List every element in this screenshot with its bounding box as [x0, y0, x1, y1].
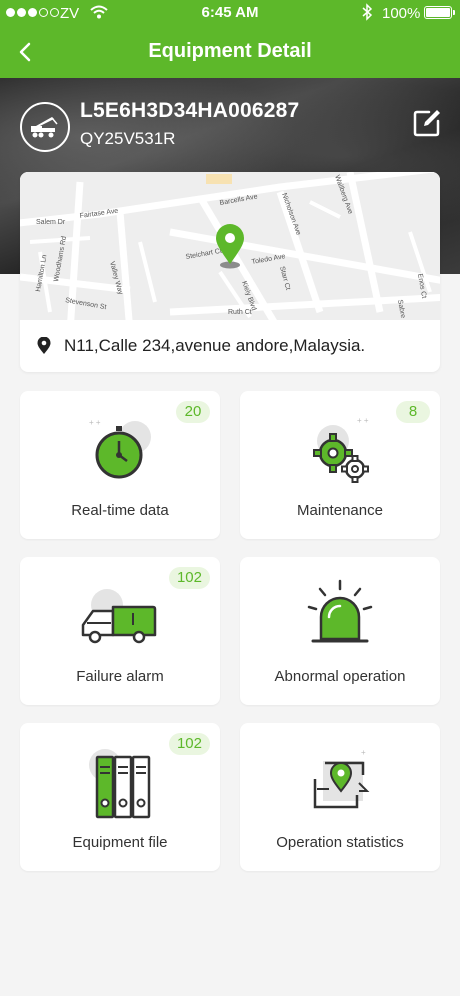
tile-label: Maintenance [297, 502, 383, 519]
tile-real-time-data[interactable]: 20 + + Real-time data [20, 391, 220, 539]
map-label: Salem Dr [36, 219, 66, 226]
location-card[interactable]: Fairtase Ave Salem Dr Woodhams Rd Hamilt… [20, 172, 440, 372]
crane-truck-icon [20, 102, 70, 152]
equipment-model: QY25V531R [80, 129, 176, 148]
truck-icon [81, 589, 157, 644]
address-text: N11,Calle 234,avenue andore,Malaysia. [64, 336, 366, 355]
tile-equipment-file[interactable]: 102 Equipment file [20, 723, 220, 871]
svg-text:+: + [361, 748, 366, 757]
tile-maintenance[interactable]: 8 + + Maintenance [240, 391, 440, 539]
status-bar: ZV 6:45 AM 100% [0, 0, 460, 26]
tile-label: Abnormal operation [274, 668, 406, 685]
top-bar: ZV 6:45 AM 100% Equipment Detail [0, 0, 460, 78]
map-statistics-icon: + [313, 748, 370, 809]
siren-icon [307, 579, 373, 643]
count-badge: 102 [168, 733, 210, 755]
svg-text:+ +: + + [89, 418, 101, 427]
battery-percent: 100% [382, 5, 421, 22]
count-badge: 20 [176, 401, 210, 423]
stopwatch-icon: + + [89, 418, 151, 479]
tile-failure-alarm[interactable]: 102 Failure alarm [20, 557, 220, 705]
tile-label: Operation statistics [276, 834, 404, 851]
edit-icon[interactable] [412, 108, 442, 138]
svg-text:+ +: + + [357, 416, 369, 425]
location-pin-icon [37, 337, 51, 354]
count-badge: 8 [396, 401, 430, 423]
tile-label: Equipment file [72, 834, 168, 851]
count-badge: 102 [168, 567, 210, 589]
nav-bar: Equipment Detail [0, 26, 460, 78]
tile-label: Failure alarm [76, 668, 164, 685]
binders-icon [89, 749, 151, 819]
gears-icon: + + [313, 416, 369, 483]
address-row: N11,Calle 234,avenue andore,Malaysia. [20, 320, 440, 372]
page-title: Equipment Detail [148, 40, 312, 62]
map-view[interactable]: Fairtase Ave Salem Dr Woodhams Rd Hamilt… [20, 172, 440, 320]
bluetooth-icon [362, 3, 373, 21]
map-label: Ruth Ct [228, 309, 252, 316]
battery-icon [424, 6, 455, 19]
tile-label: Real-time data [71, 502, 169, 519]
tile-abnormal-operation[interactable]: Abnormal operation [240, 557, 440, 705]
equipment-id: L5E6H3D34HA006287 [80, 99, 300, 122]
tile-operation-statistics[interactable]: + Operation statistics [240, 723, 440, 871]
